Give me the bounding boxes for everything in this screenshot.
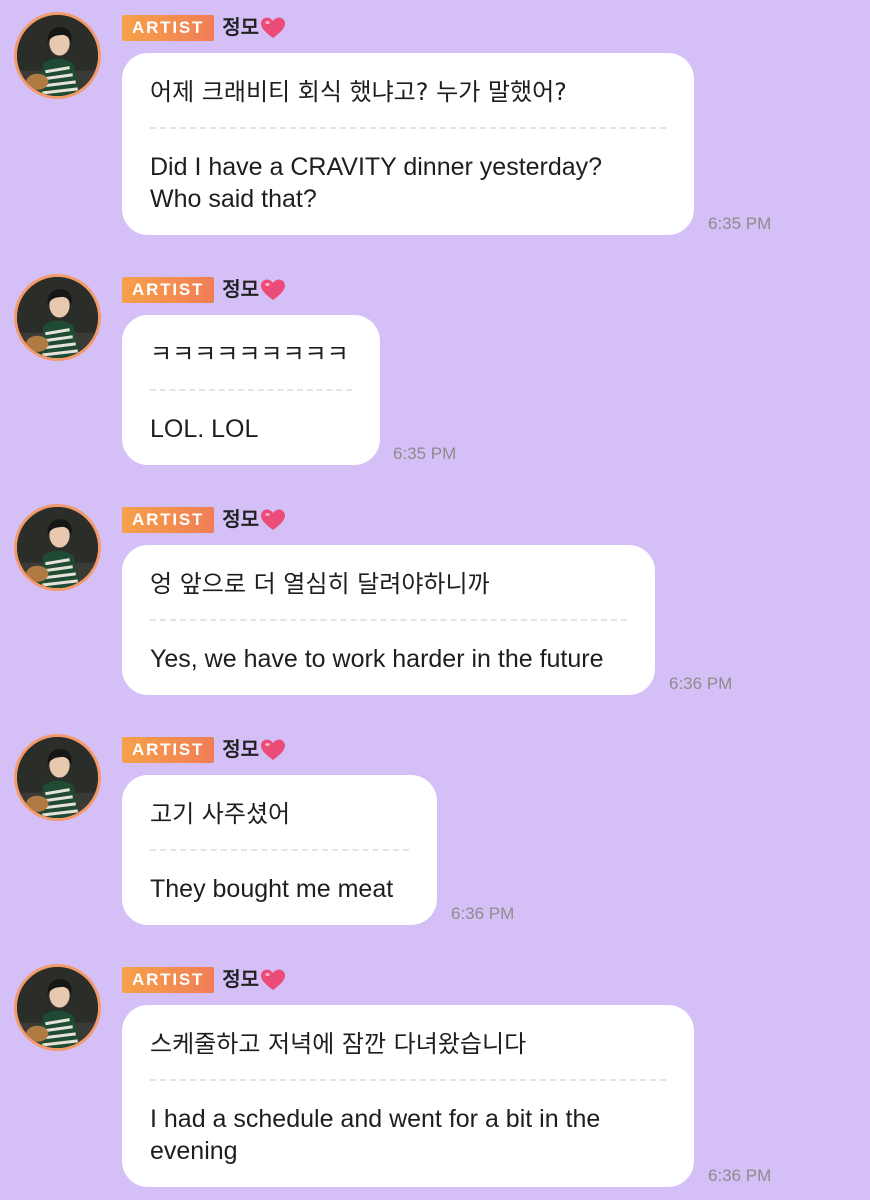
chat-thread: ARTIST 정모 어제 크래비티 회식 했냐고? 누가 말했어? Did I …: [0, 0, 870, 1200]
message-timestamp: 6:35 PM: [393, 444, 457, 463]
message-timestamp: 6:36 PM: [669, 674, 733, 693]
sender-name[interactable]: 정모: [222, 507, 259, 533]
artist-badge: ARTIST: [122, 277, 215, 303]
message-translation-text: They bought me meat: [150, 875, 394, 903]
avatar-photo: [17, 967, 98, 1048]
message-korean-text: 스케줄하고 저녁에 잠깐 다녀왔습니다: [150, 1030, 527, 1058]
message-group: ARTIST 정모 어제 크래비티 회식 했냐고? 누가 말했어? Did I …: [0, 0, 870, 240]
message-group: ARTIST 정모 고기 사주셨어 They bought me meat 6:…: [0, 722, 870, 932]
message-bubble[interactable]: ㅋㅋㅋㅋㅋㅋㅋㅋㅋ LOL. LOL: [122, 315, 380, 465]
sender-row: ARTIST 정모: [122, 736, 286, 764]
heart-icon: [261, 509, 285, 530]
avatar-photo: [17, 507, 98, 588]
artist-badge: ARTIST: [122, 737, 215, 763]
avatar-photo: [17, 15, 98, 96]
avatar-photo: [17, 737, 98, 818]
heart-icon: [261, 969, 285, 990]
message-group: ARTIST 정모 ㅋㅋㅋㅋㅋㅋㅋㅋㅋ LOL. LOL 6:35 PM: [0, 262, 870, 472]
message-timestamp: 6:35 PM: [708, 214, 772, 233]
artist-badge: ARTIST: [122, 15, 215, 41]
heart-icon: [261, 17, 285, 38]
message-korean-text: ㅋㅋㅋㅋㅋㅋㅋㅋㅋ: [150, 340, 349, 368]
avatar-photo: [17, 277, 98, 358]
message-translation-text: Yes, we have to work harder in the futur…: [150, 645, 604, 673]
message-translation-text: LOL. LOL: [150, 415, 259, 443]
sender-row: ARTIST 정모: [122, 966, 286, 994]
artist-avatar[interactable]: [14, 504, 101, 591]
message-bubble[interactable]: 엉 앞으로 더 열심히 달려야하니까 Yes, we have to work …: [122, 545, 655, 695]
message-timestamp: 6:36 PM: [708, 1166, 772, 1185]
artist-badge: ARTIST: [122, 967, 215, 993]
message-korean-text: 고기 사주셨어: [150, 800, 291, 828]
heart-icon: [261, 739, 285, 760]
sender-name[interactable]: 정모: [222, 277, 259, 303]
message-bubble[interactable]: 어제 크래비티 회식 했냐고? 누가 말했어? Did I have a CRA…: [122, 53, 694, 235]
message-timestamp: 6:36 PM: [451, 904, 515, 923]
message-group: ARTIST 정모 엉 앞으로 더 열심히 달려야하니까 Yes, we hav…: [0, 492, 870, 702]
message-group: ARTIST 정모 스케줄하고 저녁에 잠깐 다녀왔습니다 I had a sc…: [0, 952, 870, 1200]
message-korean-text: 어제 크래비티 회식 했냐고? 누가 말했어?: [150, 78, 567, 106]
sender-name[interactable]: 정모: [222, 15, 259, 41]
message-bubble[interactable]: 스케줄하고 저녁에 잠깐 다녀왔습니다 I had a schedule and…: [122, 1005, 694, 1187]
sender-name[interactable]: 정모: [222, 737, 259, 763]
message-translation-text: I had a schedule and went for a bit in t…: [150, 1105, 601, 1165]
artist-badge: ARTIST: [122, 507, 215, 533]
sender-row: ARTIST 정모: [122, 276, 286, 304]
artist-avatar[interactable]: [14, 274, 101, 361]
artist-avatar[interactable]: [14, 12, 101, 99]
sender-name[interactable]: 정모: [222, 967, 259, 993]
message-translation-text: Did I have a CRAVITY dinner yesterday? W…: [150, 153, 603, 213]
sender-row: ARTIST 정모: [122, 14, 286, 42]
heart-icon: [261, 279, 285, 300]
artist-avatar[interactable]: [14, 964, 101, 1051]
message-korean-text: 엉 앞으로 더 열심히 달려야하니까: [150, 570, 490, 598]
artist-avatar[interactable]: [14, 734, 101, 821]
sender-row: ARTIST 정모: [122, 506, 286, 534]
message-bubble[interactable]: 고기 사주셨어 They bought me meat: [122, 775, 437, 925]
